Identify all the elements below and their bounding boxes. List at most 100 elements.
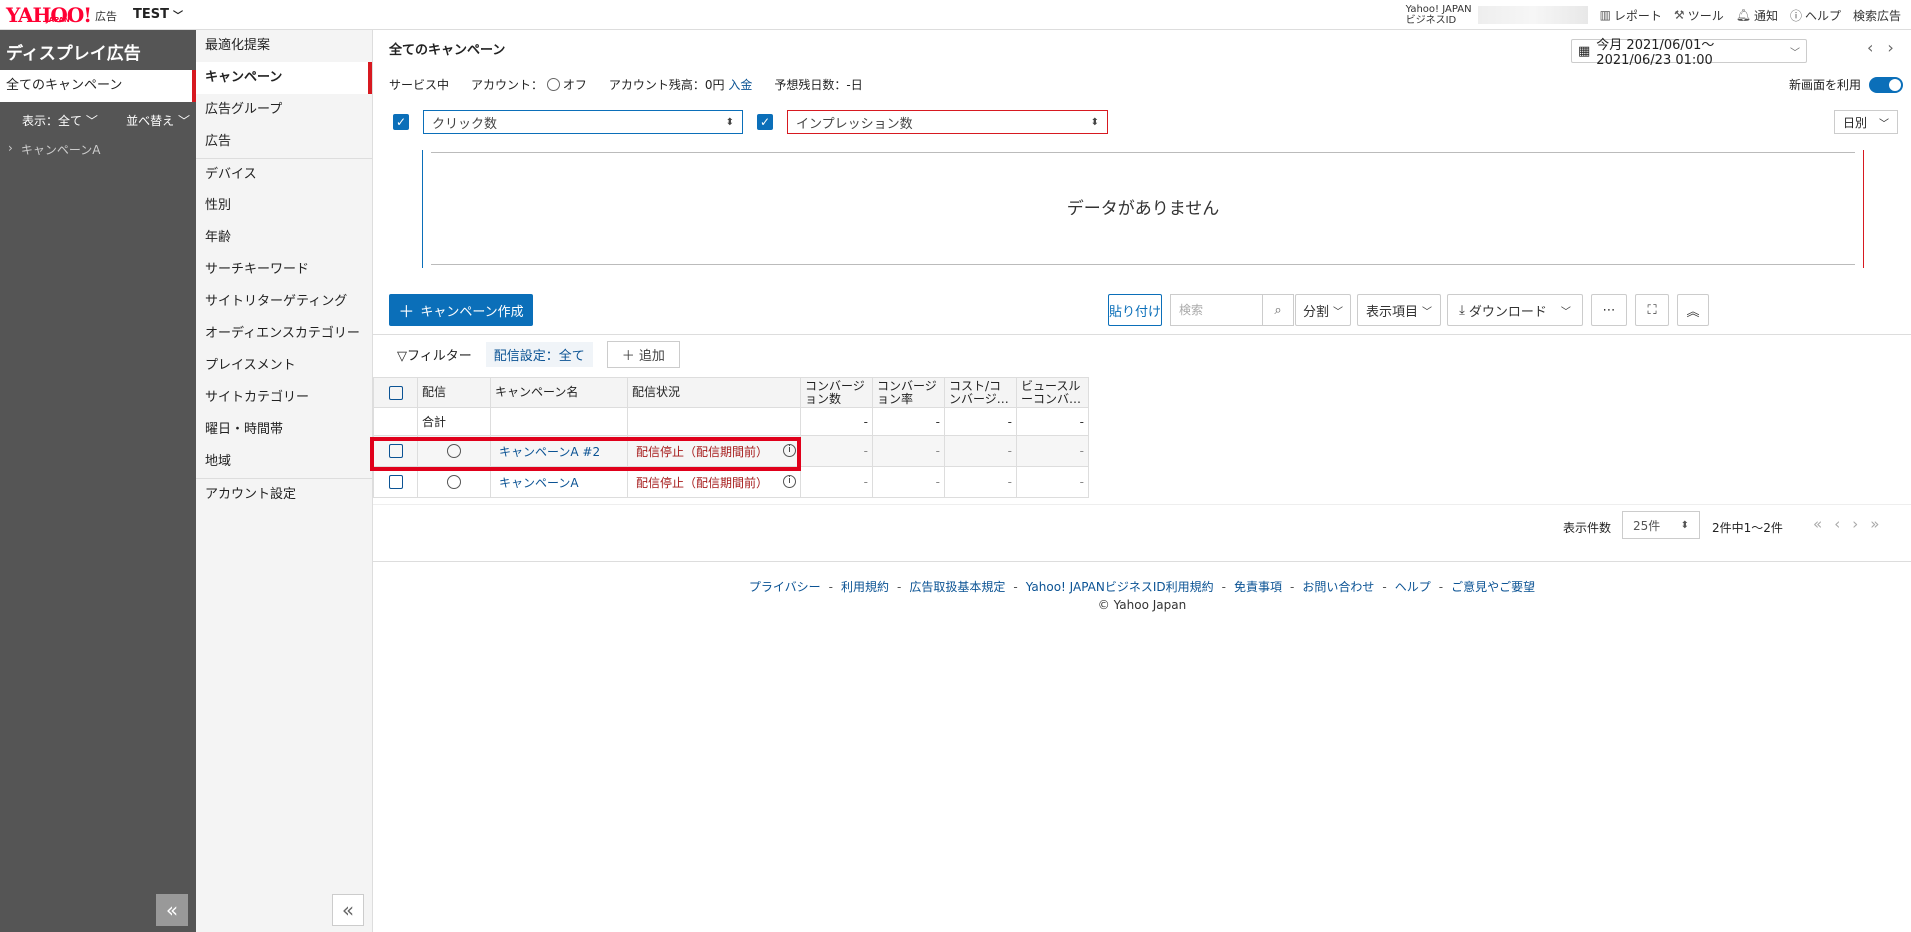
footer-link-bizid-terms[interactable]: Yahoo! JAPANビジネスID利用規約 bbox=[1026, 580, 1214, 594]
footer-link-feedback[interactable]: ご意見やご要望 bbox=[1451, 580, 1535, 594]
per-page-select[interactable]: 25件 ⬍ bbox=[1622, 511, 1700, 539]
download-dropdown[interactable]: ⤓ ダウンロード ﹀ bbox=[1447, 294, 1583, 326]
display-filter-dropdown[interactable]: 表示：全て ﹀ bbox=[22, 112, 98, 129]
menu-item-site-category[interactable]: サイトカテゴリー bbox=[196, 382, 372, 414]
total-label: 合計 bbox=[417, 407, 491, 436]
tools-link[interactable]: ⚒ ツール bbox=[1674, 7, 1724, 24]
col-conversion-rate[interactable]: コンバージョン率 bbox=[872, 377, 945, 408]
new-screen-toggle[interactable] bbox=[1869, 76, 1904, 93]
total-viewthrough: - bbox=[1016, 407, 1089, 436]
notifications-link[interactable]: 🔔︎ 通知 bbox=[1736, 7, 1778, 24]
search-ads-link[interactable]: 検索広告 bbox=[1853, 7, 1901, 24]
more-button[interactable]: ⋯ bbox=[1591, 294, 1627, 326]
metric2-label: インプレッション数 bbox=[796, 116, 913, 132]
campaign-tree-sidebar: ディスプレイ広告 全てのキャンペーン 表示：全て ﹀ 並べ替え ﹀ › キャンペ… bbox=[0, 30, 196, 932]
download-icon: ⤓ bbox=[1459, 302, 1465, 318]
help-link[interactable]: ⓘ ヘルプ bbox=[1790, 7, 1841, 24]
segment-dropdown[interactable]: 分割 ﹀ bbox=[1295, 294, 1351, 326]
page-title: 全てのキャンペーン bbox=[389, 43, 506, 58]
total-blank bbox=[627, 407, 801, 436]
col-conversions[interactable]: コンバージョン数 bbox=[800, 377, 873, 408]
menu-item-campaign[interactable]: キャンペーン bbox=[196, 62, 372, 94]
menu-item-account-settings[interactable]: アカウント設定 bbox=[196, 478, 372, 510]
next-page-button[interactable]: › bbox=[1852, 515, 1858, 533]
date-range-picker[interactable]: ▦ 今月 2021/06/01～2021/06/23 01:00 ﹀ bbox=[1571, 38, 1807, 68]
col-cost-per-conversion[interactable]: コスト/コンバージ… bbox=[944, 377, 1017, 408]
collapse-sidebar-button[interactable]: « bbox=[156, 894, 188, 926]
search-input[interactable]: 検索 bbox=[1170, 294, 1262, 326]
first-page-button[interactable]: « bbox=[1813, 515, 1822, 533]
metric2-checkbox[interactable]: ✓ bbox=[757, 114, 773, 130]
footer-link-privacy[interactable]: プライバシー bbox=[749, 580, 821, 594]
display-filter-label: 表示：全て bbox=[22, 114, 83, 128]
row-cost-per-conversion: - bbox=[944, 466, 1017, 498]
col-delivery[interactable]: 配信 bbox=[417, 377, 491, 408]
menu-item-audience-category[interactable]: オーディエンスカテゴリー bbox=[196, 318, 372, 350]
metric1-checkbox[interactable]: ✓ bbox=[393, 114, 409, 130]
menu-item-day-time[interactable]: 曜日・時間帯 bbox=[196, 414, 372, 446]
col-viewthrough-conversions[interactable]: ビュースルーコンバ… bbox=[1016, 377, 1089, 408]
info-icon[interactable]: i bbox=[783, 474, 796, 488]
footer-link-ad-policy[interactable]: 広告取扱基本規定 bbox=[909, 580, 1005, 594]
row-checkbox[interactable] bbox=[388, 475, 403, 490]
sort-dropdown[interactable]: 並べ替え ﹀ bbox=[126, 112, 190, 129]
col-campaign-name[interactable]: キャンペーン名 bbox=[490, 377, 628, 408]
service-status: サービス中 bbox=[389, 78, 450, 92]
select-all-checkbox[interactable] bbox=[388, 385, 403, 400]
menu-item-placement[interactable]: プレイスメント bbox=[196, 350, 372, 382]
row-delivery-cell bbox=[417, 466, 491, 498]
columns-dropdown[interactable]: 表示項目 ﹀ bbox=[1357, 294, 1441, 326]
delivery-status: 配信停止（配信期間前） bbox=[636, 475, 769, 490]
granularity-select[interactable]: 日別 ﹀ bbox=[1834, 110, 1898, 134]
report-link[interactable]: ▥ レポート bbox=[1600, 7, 1662, 24]
main-content: 全てのキャンペーン ▦ 今月 2021/06/01～2021/06/23 01:… bbox=[370, 30, 1911, 932]
search-icon[interactable]: ⌕ bbox=[1262, 294, 1294, 326]
menu-item-gender[interactable]: 性別 bbox=[196, 190, 372, 222]
double-chevron-left-icon: « bbox=[341, 898, 355, 922]
account-status: アカウント： オフ bbox=[471, 76, 587, 93]
metric2-select[interactable]: インプレッション数 ⬍ bbox=[787, 110, 1108, 134]
filter-button[interactable]: ▽フィルター bbox=[397, 345, 472, 364]
paste-button[interactable]: 貼り付け bbox=[1108, 294, 1162, 326]
days-left: 予想残日数：-日 bbox=[774, 78, 863, 92]
collapse-menu-button[interactable]: « bbox=[332, 894, 364, 926]
prev-page-button[interactable]: ‹ bbox=[1834, 515, 1840, 533]
total-row: 合計 - - - - bbox=[373, 407, 1089, 436]
footer-link-contact[interactable]: お問い合わせ bbox=[1302, 580, 1374, 594]
account-off-radio[interactable] bbox=[546, 78, 560, 91]
menu-item-adgroup[interactable]: 広告グループ bbox=[196, 94, 372, 126]
delivery-setting-filter[interactable]: 配信設定：全て bbox=[485, 342, 593, 367]
menu-item-device[interactable]: デバイス bbox=[196, 158, 372, 190]
metric1-select[interactable]: クリック数 ⬍ bbox=[423, 110, 743, 134]
create-campaign-button[interactable]: ＋ キャンペーン作成 bbox=[389, 294, 533, 326]
footer-link-disclaimer[interactable]: 免責事項 bbox=[1234, 580, 1282, 594]
last-page-button[interactable]: » bbox=[1870, 515, 1879, 533]
yahoo-logo[interactable]: YAHOO! JAPAN 広告 bbox=[6, 5, 118, 25]
row-checkbox-cell bbox=[373, 466, 418, 498]
campaign-name-link[interactable]: キャンペーンA bbox=[499, 476, 579, 490]
footer-link-help[interactable]: ヘルプ bbox=[1395, 580, 1431, 594]
delivery-toggle-radio[interactable] bbox=[447, 475, 461, 490]
chart-bottom-line bbox=[431, 264, 1855, 265]
row-cost-per-conversion: - bbox=[944, 435, 1017, 467]
collapse-chart-button[interactable]: ︽ bbox=[1677, 294, 1709, 326]
menu-item-search-keyword[interactable]: サーチキーワード bbox=[196, 254, 372, 286]
account-switcher[interactable]: TEST ﹀ bbox=[133, 7, 183, 22]
add-filter-button[interactable]: ＋ 追加 bbox=[606, 341, 680, 368]
menu-item-optimization[interactable]: 最適化提案 bbox=[196, 30, 372, 62]
logo-ad-label: 広告 bbox=[95, 9, 118, 23]
deposit-link[interactable]: 入金 bbox=[728, 78, 752, 92]
menu-item-ad[interactable]: 広告 bbox=[196, 126, 372, 158]
sidebar-item-all-campaigns[interactable]: 全てのキャンペーン bbox=[0, 70, 196, 102]
menu-item-age[interactable]: 年齢 bbox=[196, 222, 372, 254]
next-period-button[interactable]: › bbox=[1887, 38, 1893, 57]
row-conversions: - bbox=[800, 466, 873, 498]
fullscreen-button[interactable]: ⛶ bbox=[1635, 294, 1669, 326]
sidebar-campaign-item[interactable]: › キャンペーンA bbox=[0, 129, 196, 158]
col-delivery-status[interactable]: 配信状況 bbox=[627, 377, 801, 408]
menu-item-region[interactable]: 地域 bbox=[196, 446, 372, 478]
total-conversions: - bbox=[800, 407, 873, 436]
footer-link-terms[interactable]: 利用規約 bbox=[841, 580, 889, 594]
prev-period-button[interactable]: ‹ bbox=[1867, 38, 1873, 57]
menu-item-site-retargeting[interactable]: サイトリターゲティング bbox=[196, 286, 372, 318]
